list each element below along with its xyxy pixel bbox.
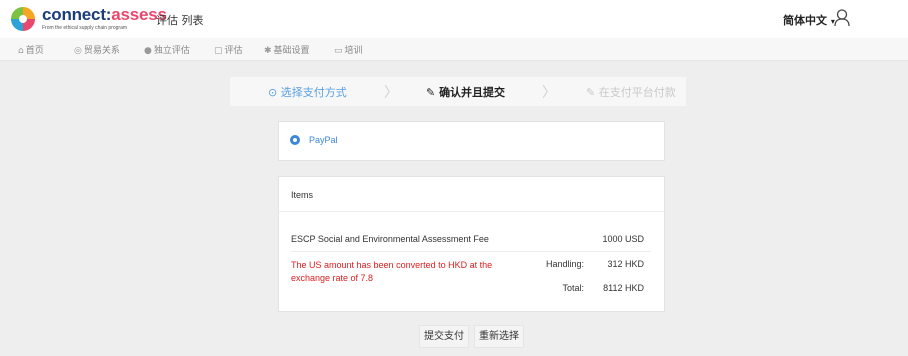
chevron-right-icon: 〉 — [542, 85, 556, 101]
language-selector[interactable]: 简体中文 ▾ — [783, 12, 835, 28]
payment-method-card: PayPal — [278, 121, 665, 161]
brand-part-1: connect: — [42, 5, 112, 24]
pen-icon: ✎ — [586, 86, 596, 99]
monitor-icon: ▭ — [334, 46, 343, 56]
people-icon: ● — [144, 46, 152, 56]
total-value: 8112 HKD — [603, 283, 644, 293]
conversion-note: The US amount has been converted to HKD … — [291, 260, 493, 283]
step-label: 在支付平台付款 — [598, 86, 676, 99]
total-label: Total: — [562, 283, 584, 293]
home-icon: ⌂ — [18, 46, 24, 56]
fee-name: ESCP Social and Environmental Assessment… — [291, 234, 489, 244]
chevron-right-icon: 〉 — [384, 85, 398, 101]
handling-label: Handling: — [545, 259, 584, 269]
logo-icon[interactable] — [10, 6, 36, 32]
language-label: 简体中文 — [783, 14, 827, 27]
divider — [279, 211, 664, 212]
nav-item-settings[interactable]: ✱ 基础设置 — [264, 43, 310, 56]
step-pay-platform: ✎ 在支付平台付款 — [586, 84, 676, 100]
nav-item-trade-relations[interactable]: ◎ 贸易关系 — [74, 43, 120, 56]
gear-icon: ✱ — [264, 46, 272, 56]
step-confirm-submit: ✎ 确认并且提交 — [426, 84, 505, 100]
brand-name[interactable]: connect:assess — [42, 5, 167, 25]
eye-icon: ◎ — [74, 46, 82, 56]
step-select-payment: ⊙ 选择支付方式 — [268, 84, 347, 100]
user-icon[interactable] — [834, 9, 850, 27]
nav-label: 首页 — [25, 46, 44, 56]
nav-label: 评估 — [224, 46, 243, 56]
nav-label: 培训 — [344, 46, 363, 56]
nav-item-home[interactable]: ⌂ 首页 — [18, 43, 44, 56]
nav-label: 贸易关系 — [83, 46, 120, 56]
nav-item-training[interactable]: ▭ 培训 — [334, 43, 363, 56]
items-header: Items — [291, 190, 314, 200]
handling-value: 312 HKD — [607, 259, 644, 269]
nav-bar: ⌂ 首页 ◎ 贸易关系 ● 独立评估 ▢ 评估 ✱ 基础设置 ▭ 培训 — [0, 38, 908, 61]
pen-icon: ✎ — [426, 86, 436, 99]
nav-label: 独立评估 — [153, 46, 190, 56]
app-title: 评估 列表 — [156, 14, 204, 27]
nav-label: 基础设置 — [273, 46, 310, 56]
reselect-button[interactable]: 重新选择 — [474, 325, 524, 348]
nav-item-independent-assessment[interactable]: ● 独立评估 — [144, 43, 190, 56]
step-label: 确认并且提交 — [439, 86, 506, 99]
payment-steps: ⊙ 选择支付方式 〉 ✎ 确认并且提交 〉 ✎ 在支付平台付款 — [230, 77, 686, 106]
nav-item-assessment[interactable]: ▢ 评估 — [214, 43, 243, 56]
paypal-label[interactable]: PayPal — [309, 135, 338, 145]
doc-icon: ▢ — [214, 46, 223, 56]
top-header: connect:assess From the ethical supply c… — [0, 0, 908, 39]
brand-tagline: From the ethical supply chain program — [42, 25, 128, 31]
step-label: 选择支付方式 — [280, 86, 347, 99]
paypal-radio[interactable] — [290, 135, 300, 145]
check-circle-icon: ⊙ — [268, 86, 278, 99]
divider — [291, 251, 651, 252]
fee-value: 1000 USD — [602, 234, 644, 244]
items-card: Items ESCP Social and Environmental Asse… — [278, 176, 665, 312]
submit-payment-button[interactable]: 提交支付 — [419, 325, 469, 348]
